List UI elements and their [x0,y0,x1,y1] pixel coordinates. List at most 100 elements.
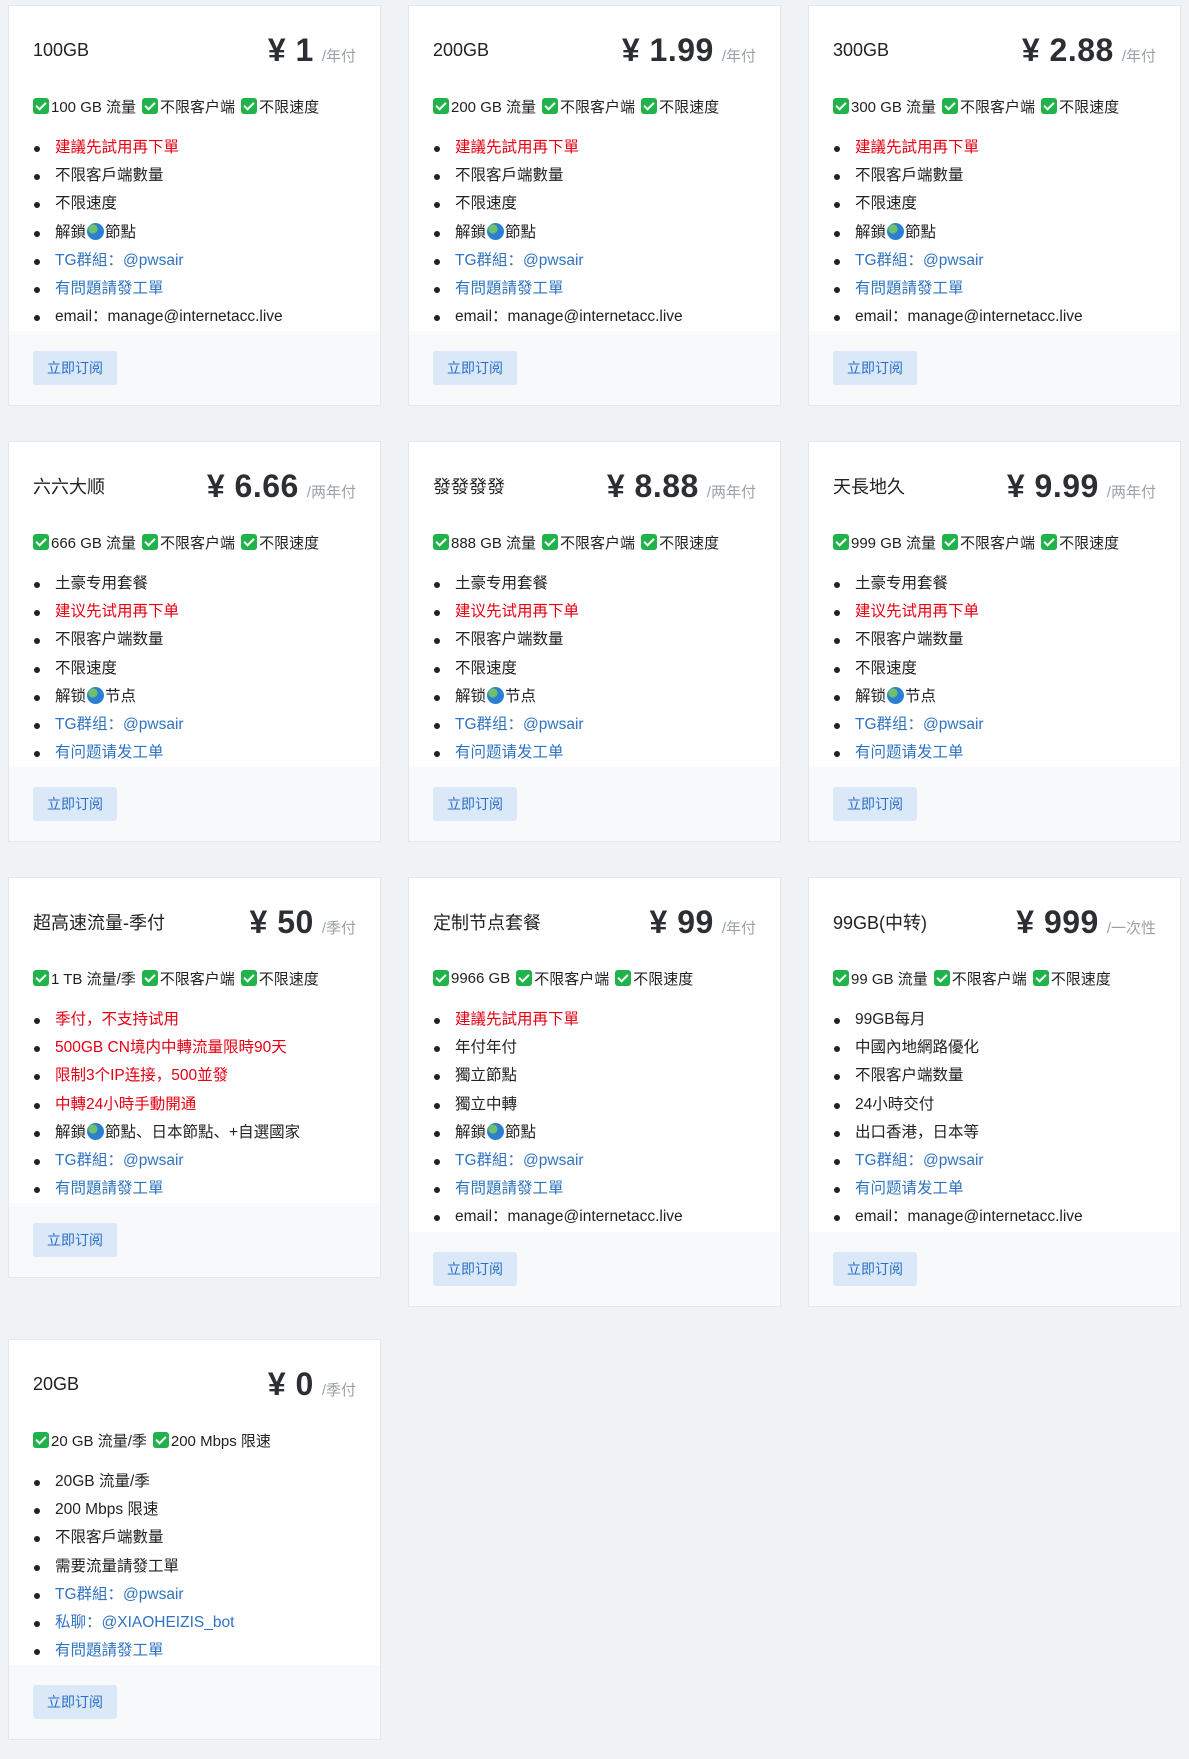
feature-item: 不限速度 [34,655,356,683]
plan-name: 天長地久 [833,477,905,497]
feature-item[interactable]: TG群組：@pwsair [34,1581,356,1609]
feature-item[interactable]: TG群組：@pwsair [834,247,1156,275]
feature-tag: 20 GB 流量/季 [33,1430,147,1451]
plan-period: /季付 [321,1381,356,1399]
feature-item[interactable]: TG群组：@pwsair [834,711,1156,739]
subscribe-button[interactable]: 立即订阅 [433,787,517,822]
feature-tag: 不限客户端 [942,96,1035,117]
feature-item[interactable]: 有問題請發工單 [834,275,1156,303]
feature-tag-label: 不限速度 [259,98,320,116]
feature-item[interactable]: 有问题请发工单 [434,739,756,767]
feature-item[interactable]: 有問題請發工單 [34,1637,356,1665]
feature-item: 不限速度 [834,190,1156,218]
price-block: ¥ 1.99 /年付 [622,32,756,69]
subscribe-button[interactable]: 立即订阅 [833,1251,917,1286]
feature-item: 不限速度 [34,190,356,218]
feature-tag: 666 GB 流量 [33,532,136,553]
plan-name: 300GB [833,39,890,60]
feature-item[interactable]: 有問題請發工單 [34,1175,356,1203]
feature-text: 解鎖 [855,223,887,241]
card-body: 300GB ¥ 2.88 /年付 300 GB 流量 不限客户端 不限速度 建議先試… [809,6,1180,331]
plan-price: ¥ 8.88 [606,467,699,504]
subscribe-button[interactable]: 立即订阅 [433,351,517,386]
feature-item[interactable]: 有問題請發工單 [434,1175,756,1203]
plan-period: /两年付 [306,483,356,501]
feature-tag-label: 不限速度 [258,970,319,988]
card-header: 六六大顺 ¥ 6.66 /两年付 [33,442,356,530]
plan-price: ¥ 0 [267,1365,314,1402]
subscribe-button[interactable]: 立即订阅 [433,1251,517,1286]
feature-item: 建議先試用再下單 [434,1006,756,1034]
check-icon [433,534,449,550]
feature-item[interactable]: TG群組：@pwsair [34,1147,356,1175]
feature-tag: 不限速度 [641,532,719,553]
feature-tag-label: 不限速度 [659,534,720,552]
feature-text: 解锁 [855,687,887,705]
plan-card: 天長地久 ¥ 9.99 /两年付 999 GB 流量 不限客户端 不限速度 土豪专用… [808,441,1181,843]
feature-tag: 不限客户端 [141,968,235,989]
price-block: ¥ 0 /季付 [268,1366,356,1403]
feature-item: email：manage@internetacc.live [834,1203,1156,1231]
check-icon [241,98,258,114]
feature-item[interactable]: TG群組：@pwsair [434,247,756,275]
feature-item: 土豪专用套餐 [434,570,756,598]
feature-item[interactable]: 有問題請發工單 [434,275,756,303]
feature-item[interactable]: 有问题请发工单 [834,1175,1156,1203]
feature-item: 土豪专用套餐 [834,570,1156,598]
feature-tag: 不限速度 [240,968,319,989]
plan-price: ¥ 1 [267,31,314,68]
feature-item[interactable]: 私聊：@XIAOHEIZIS_bot [34,1609,356,1637]
globe-icon [487,222,505,240]
price-block: ¥ 8.88 /两年付 [607,468,756,505]
card-footer: 立即订阅 [409,1231,780,1306]
feature-tags: 888 GB 流量 不限客户端 不限速度 [433,530,756,554]
feature-item: email：manage@internetacc.live [434,303,756,331]
card-header: 20GB ¥ 0 /季付 [33,1340,356,1428]
price-block: ¥ 1 /年付 [268,32,356,69]
check-icon [641,534,658,550]
price-block: ¥ 99 /年付 [650,904,756,941]
feature-text: 解鎖 [55,223,87,241]
subscribe-button[interactable]: 立即订阅 [33,787,117,822]
feature-item[interactable]: TG群組：@pwsair [34,247,356,275]
feature-item[interactable]: 有问题请发工单 [34,739,356,767]
feature-item: 不限速度 [434,655,756,683]
card-header: 發發發發 ¥ 8.88 /两年付 [433,442,756,530]
feature-item[interactable]: TG群组：@pwsair [34,711,356,739]
feature-text: 解鎖 [455,223,487,241]
feature-item[interactable]: TG群组：@pwsair [434,711,756,739]
plan-period: /两年付 [1106,483,1156,501]
plan-name: 20GB [33,1373,80,1394]
feature-tag: 不限速度 [1041,96,1119,117]
subscribe-button[interactable]: 立即订阅 [833,787,917,822]
feature-tag: 不限速度 [1032,968,1111,989]
feature-item[interactable]: TG群組：@pwsair [834,1147,1156,1175]
feature-tag-label: 不限速度 [633,970,694,988]
feature-item[interactable]: 有问题请发工单 [834,739,1156,767]
feature-item: 500GB CN境内中轉流量限時90天 [34,1034,356,1062]
feature-item[interactable]: 有問題請發工單 [34,275,356,303]
subscribe-button[interactable]: 立即订阅 [33,1685,117,1720]
subscribe-button[interactable]: 立即订阅 [33,351,117,386]
feature-tags: 99 GB 流量 不限客户端 不限速度 [833,966,1156,990]
subscribe-button[interactable]: 立即订阅 [33,1223,117,1258]
check-icon [240,970,257,986]
feature-item[interactable]: TG群組：@pwsair [434,1147,756,1175]
check-icon [1032,970,1049,986]
feature-item: email：manage@internetacc.live [34,303,356,331]
check-icon [433,970,449,986]
feature-tag: 不限客户端 [933,968,1027,989]
subscribe-button[interactable]: 立即订阅 [833,351,917,386]
feature-list: 季付，不支持试用 500GB CN境内中轉流量限時90天 限制3个IP连接，500並… [33,1006,356,1203]
feature-tags: 300 GB 流量 不限客户端 不限速度 [833,94,1156,118]
feature-tag: 不限速度 [641,96,719,117]
feature-item: 中國內地網路優化 [834,1034,1156,1062]
check-icon [141,970,158,986]
feature-tags: 200 GB 流量 不限客户端 不限速度 [433,94,756,118]
feature-tag-label: 不限客户端 [159,970,235,988]
card-header: 99GB(中转) ¥ 999 /一次性 [833,878,1156,966]
feature-item: 年付年付 [434,1034,756,1062]
feature-tag: 不限速度 [241,96,319,117]
feature-text: 节点 [505,687,537,705]
globe-icon [487,686,505,704]
